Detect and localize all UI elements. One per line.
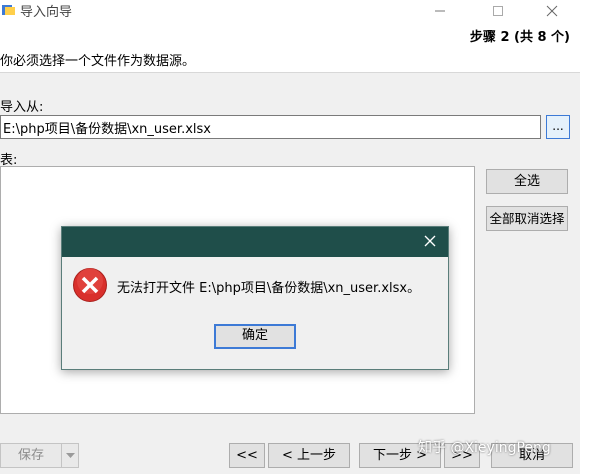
- select-all-button[interactable]: 全选: [486, 169, 568, 194]
- dialog-titlebar: [62, 227, 448, 257]
- minimize-icon: [435, 10, 445, 12]
- chevron-down-icon: [65, 453, 75, 458]
- watermark: 知乎 @XieyingPeng: [418, 440, 551, 456]
- import-from-label: 导入从:: [0, 100, 44, 115]
- minimize-button[interactable]: [420, 0, 460, 22]
- window-title: 导入向导: [20, 5, 73, 20]
- first-step-button[interactable]: <<: [229, 443, 265, 468]
- back-button[interactable]: < 上一步: [268, 443, 350, 468]
- step-indicator: 步骤 2 (共 8 个): [469, 30, 570, 45]
- close-icon: [424, 235, 436, 247]
- background-strip: [580, 0, 600, 474]
- dialog-close-button[interactable]: [418, 231, 442, 253]
- save-button[interactable]: 保存: [0, 443, 62, 468]
- ok-button[interactable]: 确定: [214, 324, 296, 349]
- maximize-icon: [493, 6, 503, 16]
- maximize-button[interactable]: [478, 0, 518, 22]
- titlebar: 导入向导: [0, 0, 580, 22]
- browse-button[interactable]: ...: [546, 115, 570, 139]
- error-message: 无法打开文件 E:\php项目\备份数据\xn_user.xlsx。: [117, 281, 421, 296]
- close-button[interactable]: [532, 0, 572, 22]
- close-icon: [546, 5, 558, 17]
- deselect-all-button[interactable]: 全部取消选择: [486, 206, 568, 231]
- instruction-text: 你必须选择一个文件作为数据源。: [0, 54, 196, 69]
- app-icon: [2, 5, 15, 15]
- save-button-label: 保存: [17, 448, 44, 463]
- file-path-input[interactable]: [0, 115, 541, 139]
- error-icon: [73, 268, 107, 302]
- error-dialog: 无法打开文件 E:\php项目\备份数据\xn_user.xlsx。 确定: [61, 226, 449, 370]
- wizard-header: 步骤 2 (共 8 个) 你必须选择一个文件作为数据源。: [0, 22, 580, 73]
- save-dropdown-button[interactable]: [61, 443, 79, 468]
